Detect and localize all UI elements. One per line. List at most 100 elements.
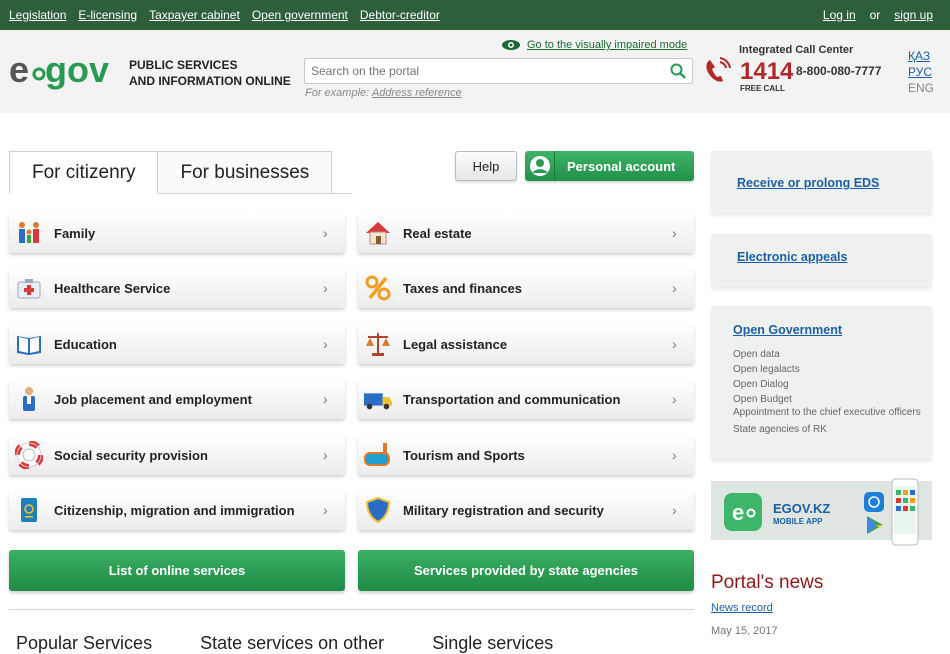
mobile-app-banner[interactable]: e EGOV.KZ MOBILE APP: [711, 478, 932, 546]
category-label: Job placement and employment: [54, 391, 252, 407]
egov-app-icon: e: [724, 493, 762, 531]
phone-icon: [706, 57, 731, 82]
help-button[interactable]: Help: [455, 151, 517, 181]
category-label: Citizenship, migration and immigration: [54, 502, 295, 518]
nav-debtor-creditor[interactable]: Debtor-creditor: [360, 8, 440, 22]
category-taxes[interactable]: Taxes and finances ›: [358, 268, 694, 308]
search-box: [304, 58, 693, 84]
chevron-right-icon: ›: [672, 225, 677, 241]
lang-rus[interactable]: РУС: [908, 64, 934, 80]
chevron-right-icon: ›: [672, 391, 677, 407]
first-aid-icon: [14, 273, 44, 303]
category-transportation[interactable]: Transportation and communication ›: [358, 379, 694, 419]
snorkel-mask-icon: [363, 440, 393, 470]
category-legal[interactable]: Legal assistance ›: [358, 324, 694, 364]
nav-e-licensing[interactable]: E-licensing: [78, 8, 137, 22]
tagline-line2: AND INFORMATION ONLINE: [129, 74, 291, 88]
phone-mockup-icon: [891, 478, 919, 546]
egov-logo[interactable]: e gov: [9, 50, 119, 90]
category-citizenship[interactable]: Citizenship, migration and immigration ›: [9, 490, 345, 530]
tab-citizenry[interactable]: For citizenry: [9, 151, 159, 194]
og-state-agencies[interactable]: State agencies of RK: [733, 422, 922, 437]
category-real-estate[interactable]: Real estate ›: [358, 213, 694, 253]
impaired-mode-link[interactable]: Go to the visually impaired mode: [501, 39, 687, 51]
login-link[interactable]: Log in: [823, 8, 856, 22]
worker-icon: [14, 384, 44, 414]
category-social-security[interactable]: Social security provision ›: [9, 435, 345, 475]
og-open-legalacts[interactable]: Open legalacts: [733, 362, 922, 377]
tab-single-services[interactable]: Single services: [432, 633, 553, 654]
truck-icon: [363, 384, 393, 414]
google-play-icon[interactable]: [866, 515, 884, 535]
free-call-label: FREE CALL: [740, 84, 785, 93]
list-online-services-button[interactable]: List of online services: [9, 550, 345, 591]
house-icon: [363, 218, 393, 248]
or-text: or: [869, 8, 881, 22]
open-government-box: Open Government Open data Open legalacts…: [711, 306, 932, 459]
language-switcher: ҚАЗ РУС ENG: [908, 48, 934, 96]
category-label: Real estate: [403, 225, 472, 241]
passport-icon: [14, 495, 44, 525]
chevron-right-icon: ›: [672, 447, 677, 463]
chevron-right-icon: ›: [672, 336, 677, 352]
og-open-data[interactable]: Open data: [733, 347, 922, 362]
call-center-title: Integrated Call Center: [739, 44, 854, 56]
tab-businesses[interactable]: For businesses: [158, 151, 333, 194]
category-label: Social security provision: [54, 447, 208, 463]
example-link[interactable]: Address reference: [372, 87, 462, 99]
news-record-link[interactable]: News record: [711, 602, 773, 614]
audience-tabs: For citizenry For businesses: [9, 151, 333, 194]
chevron-right-icon: ›: [323, 336, 328, 352]
nav-legislation[interactable]: Legislation: [9, 8, 66, 22]
signup-link[interactable]: sign up: [894, 8, 933, 22]
eds-box: Receive or prolong EDS: [711, 151, 932, 213]
call-center: Integrated Call Center 1414 8-800-080-77…: [702, 40, 902, 100]
category-healthcare[interactable]: Healthcare Service ›: [9, 268, 345, 308]
chevron-right-icon: ›: [323, 280, 328, 296]
nav-open-government[interactable]: Open government: [252, 8, 348, 22]
personal-account-button[interactable]: Personal account: [525, 151, 694, 181]
chevron-right-icon: ›: [323, 447, 328, 463]
category-job-placement[interactable]: Job placement and employment ›: [9, 379, 345, 419]
open-government-link[interactable]: Open Government: [733, 323, 842, 337]
category-education[interactable]: Education ›: [9, 324, 345, 364]
app-subtitle: MOBILE APP: [773, 517, 823, 526]
state-agencies-services-button[interactable]: Services provided by state agencies: [358, 550, 694, 591]
shield-icon: [363, 495, 393, 525]
og-open-budget[interactable]: Open Budget: [733, 392, 922, 407]
og-appointment[interactable]: Appointment to the chief executive offic…: [733, 407, 922, 419]
og-open-dialog[interactable]: Open Dialog: [733, 377, 922, 392]
book-icon: [14, 329, 44, 359]
eds-link[interactable]: Receive or prolong EDS: [737, 176, 879, 190]
app-store-icon[interactable]: [864, 492, 884, 512]
tab-popular-services[interactable]: Popular Services: [16, 633, 152, 654]
example-prefix: For example:: [305, 87, 370, 99]
category-military[interactable]: Military registration and security ›: [358, 490, 694, 530]
percent-icon: [363, 273, 393, 303]
search-icon[interactable]: [670, 63, 686, 79]
category-tourism[interactable]: Tourism and Sports ›: [358, 435, 694, 475]
tab-state-services-other[interactable]: State services on other: [200, 633, 384, 654]
search-input[interactable]: [305, 59, 655, 83]
search-example: For example: Address reference: [305, 87, 462, 99]
category-label: Education: [54, 336, 117, 352]
svg-text:e: e: [732, 500, 744, 525]
tagline-line1: PUBLIC SERVICES: [129, 58, 238, 72]
category-family[interactable]: Family ›: [9, 213, 345, 253]
top-bar: Legislation E-licensing Taxpayer cabinet…: [0, 0, 950, 30]
category-label: Legal assistance: [403, 336, 508, 352]
chevron-right-icon: ›: [323, 391, 328, 407]
logo-tagline: PUBLIC SERVICES AND INFORMATION ONLINE: [129, 57, 291, 89]
category-label: Healthcare Service: [54, 280, 171, 296]
portal-news-title: Portal's news: [711, 572, 824, 593]
chevron-right-icon: ›: [323, 225, 328, 241]
section-divider: [9, 609, 694, 610]
call-number: 1414: [740, 58, 794, 85]
user-icon: [525, 151, 555, 181]
lang-eng: ENG: [908, 81, 935, 95]
chevron-right-icon: ›: [672, 280, 677, 296]
electronic-appeals-link[interactable]: Electronic appeals: [737, 250, 847, 264]
lang-kaz[interactable]: ҚАЗ: [908, 48, 934, 64]
nav-taxpayer-cabinet[interactable]: Taxpayer cabinet: [149, 8, 240, 22]
lifebuoy-icon: [14, 440, 44, 470]
